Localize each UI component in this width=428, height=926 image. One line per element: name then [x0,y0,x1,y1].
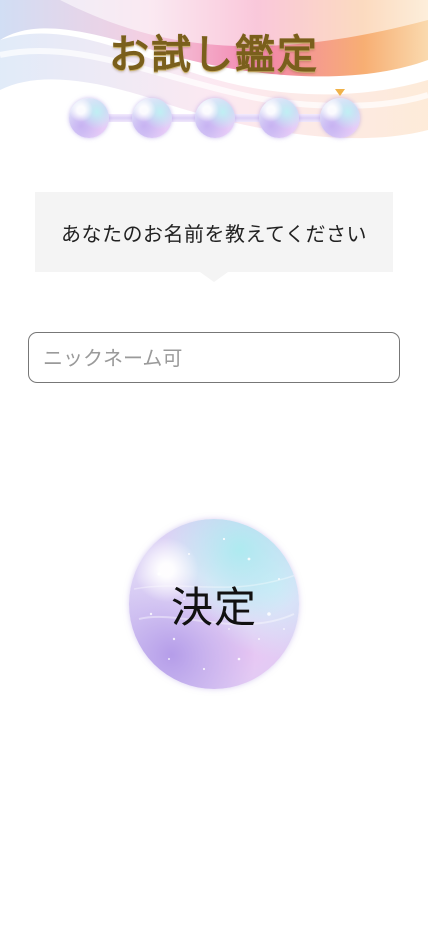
current-step-marker-icon [335,89,345,96]
trial-reading-page: お試し鑑定 あなたのお名前を教えてください ニックネーム可 決定 [0,0,428,926]
progress-step-5 [320,89,360,138]
page-title: お試し鑑定 [109,31,319,78]
progress-step-3 [195,98,235,138]
progress-step-1 [69,98,109,138]
question-text: あなたのお名前を教えてください [61,221,367,246]
submit-label: 決定 [170,582,257,632]
submit-button[interactable]: 決定 [129,519,299,689]
question-bubble: あなたのお名前を教えてください [35,192,393,282]
progress-step-2 [132,98,172,138]
progress-steps [0,89,428,140]
nickname-input[interactable] [28,332,400,383]
progress-step-4 [259,98,299,138]
